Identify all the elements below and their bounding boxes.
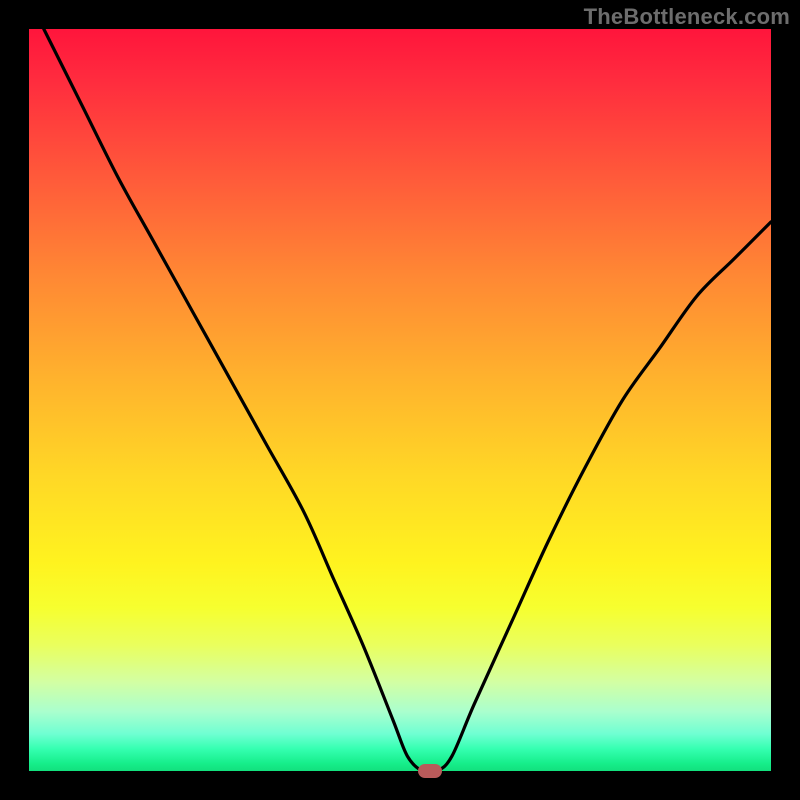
- plot-area: [29, 29, 771, 771]
- optimal-marker: [418, 764, 442, 778]
- watermark-text: TheBottleneck.com: [584, 4, 790, 30]
- bottleneck-curve: [29, 29, 771, 771]
- chart-frame: TheBottleneck.com: [0, 0, 800, 800]
